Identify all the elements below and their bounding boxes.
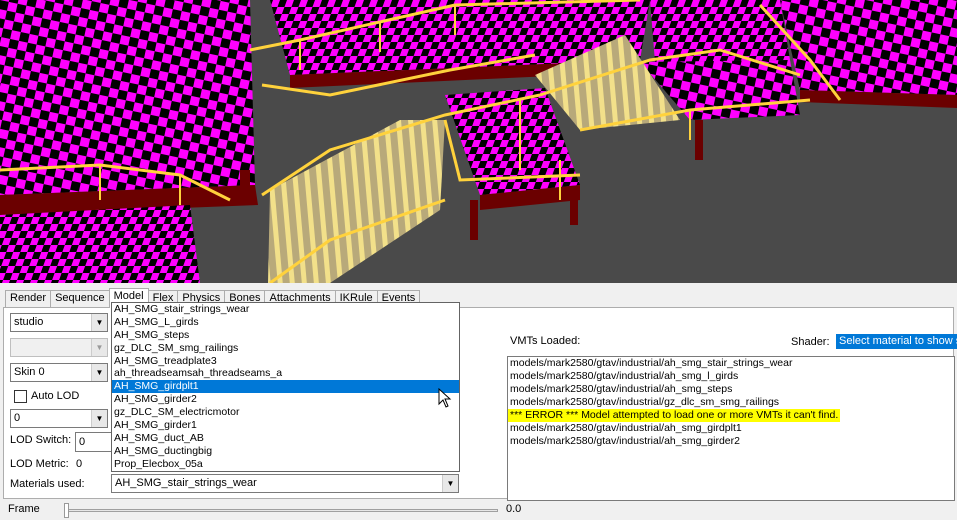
lod-select[interactable]: 0 ▼ — [10, 409, 108, 428]
vmts-list[interactable]: models/mark2580/gtav/industrial/ah_smg_s… — [507, 356, 955, 501]
auto-lod-checkbox[interactable] — [14, 390, 27, 403]
materials-select[interactable]: AH_SMG_stair_strings_wear ▼ — [111, 474, 459, 493]
vmts-loaded-label: VMTs Loaded: — [510, 335, 581, 347]
materials-list-item[interactable]: AH_SMG_stair_strings_wear — [112, 303, 459, 316]
body-part-select[interactable]: studio ▼ — [10, 313, 108, 332]
chevron-down-icon: ▼ — [442, 475, 458, 492]
mouse-cursor-icon — [438, 388, 452, 408]
model-tab-body: studio ▼ ▼ Skin 0 ▼ Auto LOD 0 ▼ LOD Swi… — [3, 302, 957, 501]
lod-value: 0 — [14, 412, 21, 424]
materials-list-item[interactable]: gz_DLC_SM_smg_railings — [112, 342, 459, 355]
lod-metric-label: LOD Metric: — [10, 458, 69, 470]
vmt-list-item: models/mark2580/gtav/industrial/ah_smg_l… — [510, 370, 739, 382]
materials-list-item[interactable]: AH_SMG_girdplt1 — [112, 380, 459, 394]
materials-label: Materials used: — [10, 478, 85, 490]
frame-slider-track[interactable] — [66, 509, 498, 512]
materials-dropdown-list[interactable]: AH_SMG_stair_strings_wear AH_SMG_L_girds A… — [111, 302, 460, 472]
tab-sequence[interactable]: Sequence — [50, 290, 110, 307]
auto-lod-label: Auto LOD — [31, 390, 80, 402]
materials-list-item[interactable]: gz_DLC_SM_electricmotor — [112, 406, 459, 419]
chevron-down-icon: ▼ — [91, 339, 107, 356]
skin-value: Skin 0 — [14, 366, 45, 378]
frame-label: Frame — [8, 503, 40, 515]
frame-value: 0.0 — [506, 503, 522, 515]
chevron-down-icon: ▼ — [91, 314, 107, 331]
vmt-list-item: models/mark2580/gtav/industrial/ah_smg_g… — [510, 435, 740, 447]
chevron-down-icon: ▼ — [91, 364, 107, 381]
skin-select[interactable]: Skin 0 ▼ — [10, 363, 108, 382]
control-panel: Render Sequence Model Flex Physics Bones… — [0, 283, 957, 520]
materials-list-item[interactable]: AH_SMG_ductingbig — [112, 445, 459, 458]
model-render — [0, 0, 957, 283]
materials-list-item[interactable]: AH_SMG_treadplate3 — [112, 355, 459, 368]
frame-slider-thumb[interactable] — [64, 503, 69, 518]
materials-list-item[interactable]: AH_SMG_steps — [112, 329, 459, 342]
materials-list-item[interactable]: AH_SMG_duct_AB — [112, 432, 459, 445]
materials-list-item[interactable]: AH_SMG_girder2 — [112, 393, 459, 406]
materials-list-item[interactable]: ah_threadseamsah_threadseams_a — [112, 367, 459, 380]
lod-switch-value: 0 — [79, 436, 86, 448]
3d-model-viewport[interactable] — [0, 0, 957, 283]
vmt-list-item: models/mark2580/gtav/industrial/ah_smg_s… — [510, 383, 733, 395]
vmt-list-item: models/mark2580/gtav/industrial/gz_dlc_s… — [510, 396, 780, 408]
lod-metric-value: 0 — [76, 458, 83, 470]
vmt-list-item: models/mark2580/gtav/industrial/ah_smg_g… — [510, 422, 742, 434]
materials-list-item[interactable]: Prop_Elecbox_05a — [112, 458, 459, 471]
submodel-select: ▼ — [10, 338, 108, 357]
materials-selected-value: AH_SMG_stair_strings_wear — [115, 477, 257, 489]
lod-switch-label: LOD Switch: — [10, 434, 72, 446]
body-part-value: studio — [14, 316, 44, 328]
lod-switch-field[interactable]: 0 — [75, 432, 113, 452]
shader-label: Shader: — [791, 336, 830, 348]
materials-list-item[interactable]: AH_SMG_girder1 — [112, 419, 459, 432]
tab-render[interactable]: Render — [5, 290, 52, 307]
vmt-error-line: *** ERROR *** Model attempted to load on… — [508, 409, 841, 422]
vmt-list-item: models/mark2580/gtav/industrial/ah_smg_s… — [510, 357, 793, 369]
shader-select[interactable]: Select material to show s — [836, 334, 957, 349]
materials-list-item[interactable]: AH_SMG_L_girds — [112, 316, 459, 329]
chevron-down-icon: ▼ — [91, 410, 107, 427]
